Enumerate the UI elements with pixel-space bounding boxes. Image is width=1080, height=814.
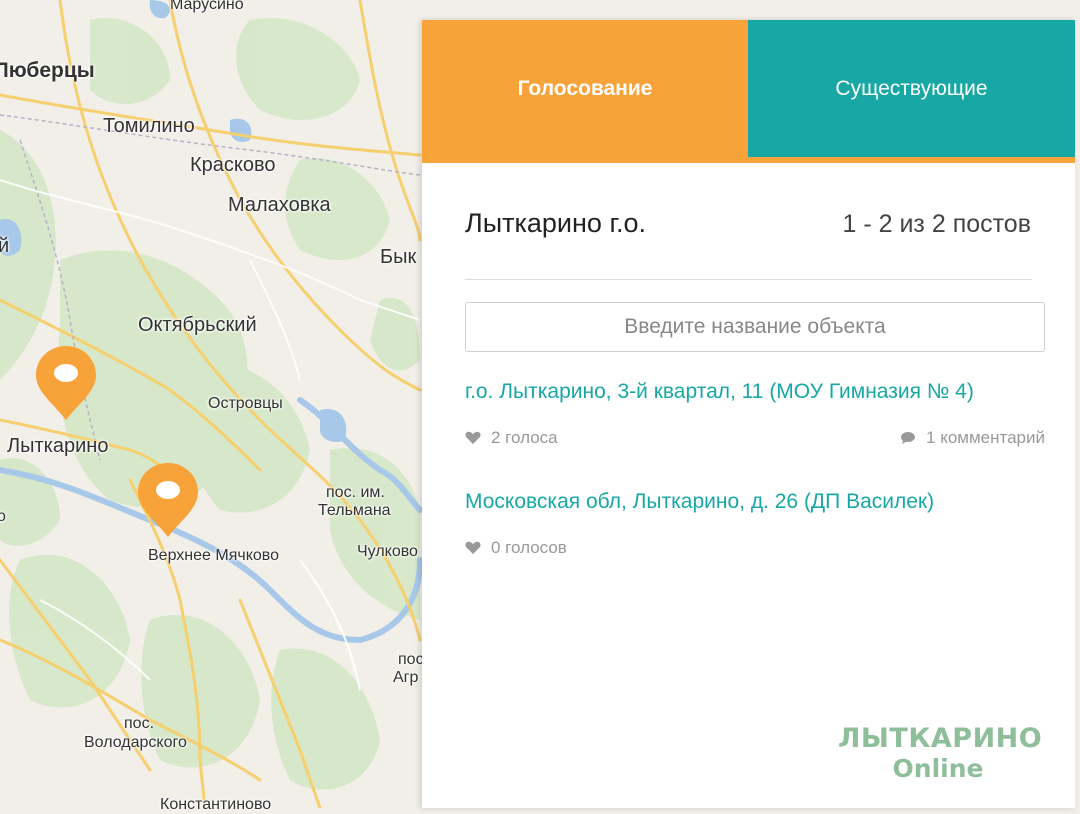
post-item: г.о. Лыткарино, 3-й квартал, 11 (МОУ Гим… xyxy=(465,380,1045,448)
panel-title: Лыткарино г.о. xyxy=(465,208,647,238)
map-label-pos-volodarskogo-2: Володарского xyxy=(84,734,187,751)
post-count: 1 - 2 из 2 постов xyxy=(842,210,1032,238)
tab-existing[interactable]: Существующие xyxy=(748,20,1075,157)
map-marker-icon[interactable] xyxy=(136,461,200,541)
map-label-ostrovtsy: Островцы xyxy=(208,395,283,412)
comments-count[interactable]: 1 комментарий xyxy=(900,428,1045,448)
post-title-link[interactable]: Московская обл, Лыткарино, д. 26 (ДП Вас… xyxy=(465,490,1045,514)
map-label-kraskovo: Красково xyxy=(190,154,276,176)
votes-count[interactable]: 0 голосов xyxy=(465,538,567,558)
post-item: Московская обл, Лыткарино, д. 26 (ДП Вас… xyxy=(465,490,1045,558)
lytkarino-online-logo: ЛЫТКАРИНО Online xyxy=(838,723,1043,784)
votes-label: 2 голоса xyxy=(491,428,558,447)
map-label-edge-o: о xyxy=(0,508,6,525)
map-label-malakhovka: Малаховка xyxy=(228,194,331,216)
tab-bar: Голосование Существующие xyxy=(422,20,1075,163)
logo-line-1: ЛЫТКАРИНО xyxy=(838,723,1043,754)
votes-count[interactable]: 2 голоса xyxy=(465,428,558,448)
votes-label: 0 голосов xyxy=(491,538,567,557)
map-label-edge-y: й xyxy=(0,235,10,257)
divider xyxy=(465,279,1032,280)
map-label-marusino: Марусино xyxy=(170,0,244,13)
search-input[interactable] xyxy=(465,302,1045,352)
map-label-chulkovo: Чулково xyxy=(357,543,418,560)
map-label-pos-agr-1: пос xyxy=(398,651,424,668)
map-label-pos-telmana-2: Тельмана xyxy=(318,502,391,519)
map-label-lyubertsy: Люберцы xyxy=(0,59,95,82)
heart-icon xyxy=(465,431,481,444)
map-label-lytkarino: Лыткарино xyxy=(7,435,109,457)
comments-label: 1 комментарий xyxy=(926,428,1045,447)
map-label-pos-agr-2: Агр xyxy=(393,669,419,686)
map-label-tomilino: Томилино xyxy=(103,115,195,137)
map-label-pos-volodarskogo-1: пос. xyxy=(124,715,155,732)
logo-line-2: Online xyxy=(892,754,984,783)
map-marker-icon[interactable] xyxy=(34,344,98,424)
tab-voting[interactable]: Голосование xyxy=(422,20,748,157)
map-label-pos-telmana-1: пос. им. xyxy=(326,484,385,501)
posts-panel: Голосование Существующие Лыткарино г.о. … xyxy=(422,20,1075,808)
comment-icon xyxy=(901,432,916,444)
map-label-konstantinovo: Константиново xyxy=(160,796,272,813)
map-label-verkhnee-myachkovo: Верхнее Мячково xyxy=(148,547,279,564)
map-label-byk: Бык xyxy=(380,246,417,268)
map-label-oktyabrsky: Октябрьский xyxy=(138,314,257,336)
post-title-link[interactable]: г.о. Лыткарино, 3-й квартал, 11 (МОУ Гим… xyxy=(465,380,1045,404)
heart-icon xyxy=(465,541,481,554)
